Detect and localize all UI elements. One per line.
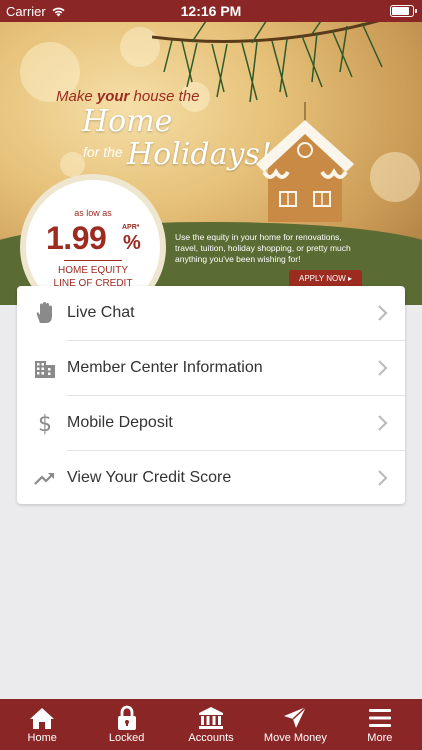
menu-card: Live Chat Member Center Information $ Mo… — [17, 286, 405, 504]
headline-for-the: for the — [83, 144, 123, 160]
tab-label: Accounts — [188, 732, 234, 744]
rate-prefix: as low as — [74, 208, 112, 218]
lock-icon — [84, 705, 168, 731]
menu-item-mobile-deposit[interactable]: $ Mobile Deposit — [17, 396, 405, 451]
gingerbread-house-ornament-image — [256, 102, 354, 222]
menu-item-label: Live Chat — [67, 304, 135, 321]
chevron-right-icon — [378, 470, 388, 486]
menu-item-live-chat[interactable]: Live Chat — [17, 286, 405, 341]
svg-text:$: $ — [38, 412, 52, 435]
tab-label: Move Money — [263, 732, 327, 744]
headline-tagline: Make your house the — [56, 88, 200, 105]
bank-icon — [169, 705, 253, 731]
tab-label: Locked — [108, 732, 145, 744]
promo-copy: Use the equity in your home for renovati… — [175, 232, 351, 264]
home-icon — [0, 705, 84, 731]
promo-banner[interactable]: Make your house the Home for the Holiday… — [0, 22, 422, 305]
menu-item-label: Member Center Information — [67, 359, 263, 376]
status-bar: Carrier 12:16 PM — [0, 0, 422, 22]
menu-item-member-center[interactable]: Member Center Information — [17, 341, 405, 396]
tab-more[interactable]: More — [338, 699, 422, 750]
rate-divider — [64, 260, 122, 261]
chevron-right-icon — [378, 305, 388, 321]
tab-home[interactable]: Home — [0, 699, 84, 750]
menu-item-label: View Your Credit Score — [67, 469, 232, 486]
menu-item-credit-score[interactable]: View Your Credit Score — [17, 451, 405, 506]
menu-item-label: Mobile Deposit — [67, 414, 173, 431]
tab-locked[interactable]: Locked — [84, 699, 168, 750]
rate-value: 1.99 — [46, 220, 107, 256]
tab-move-money[interactable]: Move Money — [253, 699, 337, 750]
tab-label: More — [367, 732, 393, 744]
trend-up-icon — [33, 466, 57, 490]
chevron-right-icon — [378, 360, 388, 376]
menu-icon — [338, 705, 422, 731]
tab-label: Home — [27, 732, 57, 744]
building-icon — [33, 356, 57, 380]
headline-home: Home — [82, 104, 173, 139]
send-icon — [253, 705, 337, 731]
tab-accounts[interactable]: Accounts — [169, 699, 253, 750]
clock: 12:16 PM — [180, 3, 242, 19]
hand-icon — [33, 301, 57, 325]
rate-apr: APR* — [122, 224, 140, 231]
battery-icon — [390, 5, 417, 17]
rate-percent: % — [123, 232, 141, 254]
chevron-right-icon — [378, 415, 388, 431]
tab-bar: Home Locked Accounts Move Money More — [0, 699, 422, 750]
dollar-icon: $ — [33, 411, 57, 435]
